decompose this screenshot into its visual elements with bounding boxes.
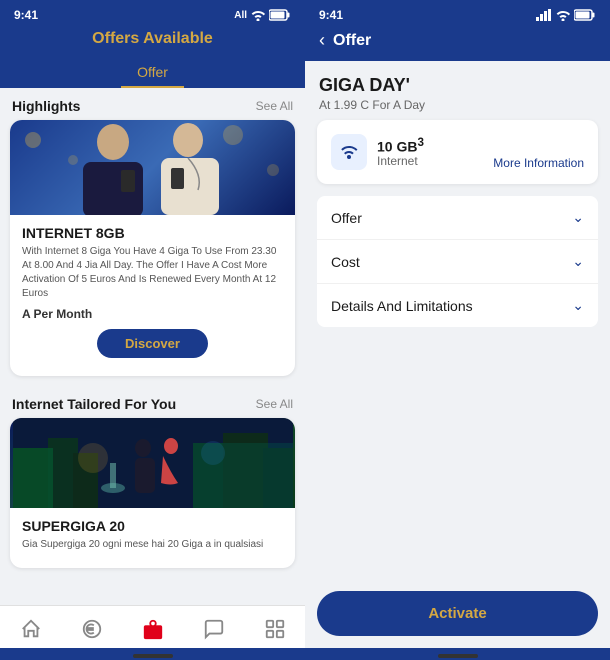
accordion-offer[interactable]: Offer ⌄ — [317, 196, 598, 240]
tab-bar: Offer — [0, 56, 305, 88]
tailored-see-all[interactable]: See All — [256, 397, 293, 411]
time-right: 9:41 — [319, 8, 343, 22]
giga-icon — [331, 134, 367, 170]
right-content: GIGA DAY' At 1.99 C For A Day 10 GB3 Int… — [305, 61, 610, 648]
chevron-down-icon-details: ⌄ — [572, 297, 584, 314]
time-left: 9:41 — [14, 8, 38, 22]
internet-card: INTERNET 8GB With Internet 8 Giga You Ha… — [10, 120, 295, 376]
highlights-see-all[interactable]: See All — [256, 99, 293, 113]
dance-illustration — [13, 418, 293, 508]
nav-home[interactable] — [10, 616, 52, 642]
right-title: Offer — [333, 32, 371, 50]
giga-internet-label: Internet — [377, 154, 493, 168]
nav-euro[interactable] — [71, 616, 113, 642]
status-icons-left: All — [234, 9, 291, 21]
tailored-title: Internet Tailored For You — [12, 396, 176, 412]
wifi-icon-left — [251, 9, 265, 21]
wifi-icon-right — [556, 9, 570, 21]
nav-gift[interactable] — [132, 616, 174, 642]
card-image-1 — [10, 120, 295, 215]
giga-gb: 10 GB3 — [377, 136, 493, 155]
tailored-header: Internet Tailored For You See All — [0, 386, 305, 418]
accordion-details-label: Details And Limitations — [331, 298, 473, 314]
chevron-down-icon-offer: ⌄ — [572, 209, 584, 226]
accordion-section: Offer ⌄ Cost ⌄ Details And Limitations ⌄ — [317, 196, 598, 327]
activate-button[interactable]: Activate — [317, 591, 598, 636]
wifi-data-icon — [339, 142, 359, 162]
home-indicator-left — [133, 654, 173, 658]
status-bar-left: 9:41 All — [0, 0, 305, 26]
giga-card: 10 GB3 Internet More Information — [317, 120, 598, 184]
accordion-cost[interactable]: Cost ⌄ — [317, 240, 598, 284]
card-title-1: INTERNET 8GB — [22, 225, 283, 241]
card-image-2 — [10, 418, 295, 508]
nav-chat[interactable] — [193, 616, 235, 642]
people-illustration — [13, 120, 293, 215]
status-icons-right — [536, 9, 596, 21]
more-info-button[interactable]: More Information — [493, 156, 584, 170]
left-header: Offers Available — [0, 26, 305, 56]
giga-info: 10 GB3 Internet — [377, 136, 493, 169]
card-body-1: INTERNET 8GB With Internet 8 Giga You Ha… — [10, 215, 295, 376]
battery-icon-left — [269, 9, 291, 21]
scroll-content: Highlights See All — [0, 88, 305, 605]
highlights-header: Highlights See All — [0, 88, 305, 120]
discover-button[interactable]: Discover — [97, 329, 208, 358]
giga-header: GIGA DAY' At 1.99 C For A Day — [305, 61, 610, 120]
supergiga-card: SUPERGIGA 20 Gia Supergiga 20 ogni mese … — [10, 418, 295, 568]
left-panel: 9:41 All Offers Available Offer Highligh… — [0, 0, 305, 660]
spacer — [305, 333, 610, 579]
chevron-down-icon-cost: ⌄ — [572, 253, 584, 270]
right-header: ‹ Offer — [305, 26, 610, 61]
right-panel: 9:41 ‹ Offer GIGA DAY' — [305, 0, 610, 660]
tab-offer[interactable]: Offer — [121, 60, 184, 88]
card-price-1: A Per Month — [22, 307, 283, 321]
right-bottom: Activate — [305, 579, 610, 648]
card-desc-1: With Internet 8 Giga You Have 4 Giga To … — [22, 245, 283, 301]
signal-icon-right — [536, 9, 552, 21]
carrier-left: All — [234, 10, 247, 21]
battery-icon-right — [574, 9, 596, 21]
card-title-2: SUPERGIGA 20 — [22, 518, 283, 534]
accordion-details[interactable]: Details And Limitations ⌄ — [317, 284, 598, 327]
back-button[interactable]: ‹ — [319, 30, 325, 51]
left-title: Offers Available — [0, 30, 305, 48]
home-indicator-right — [438, 654, 478, 658]
giga-subtitle: At 1.99 C For A Day — [319, 98, 596, 112]
status-bar-right: 9:41 — [305, 0, 610, 26]
nav-grid[interactable] — [254, 616, 296, 642]
highlights-title: Highlights — [12, 98, 80, 114]
card-desc-2: Gia Supergiga 20 ogni mese hai 20 Giga a… — [22, 538, 283, 552]
giga-title: GIGA DAY' — [319, 75, 596, 96]
card-body-2: SUPERGIGA 20 Gia Supergiga 20 ogni mese … — [10, 508, 295, 568]
accordion-offer-label: Offer — [331, 210, 362, 226]
bottom-nav — [0, 605, 305, 648]
accordion-cost-label: Cost — [331, 254, 360, 270]
